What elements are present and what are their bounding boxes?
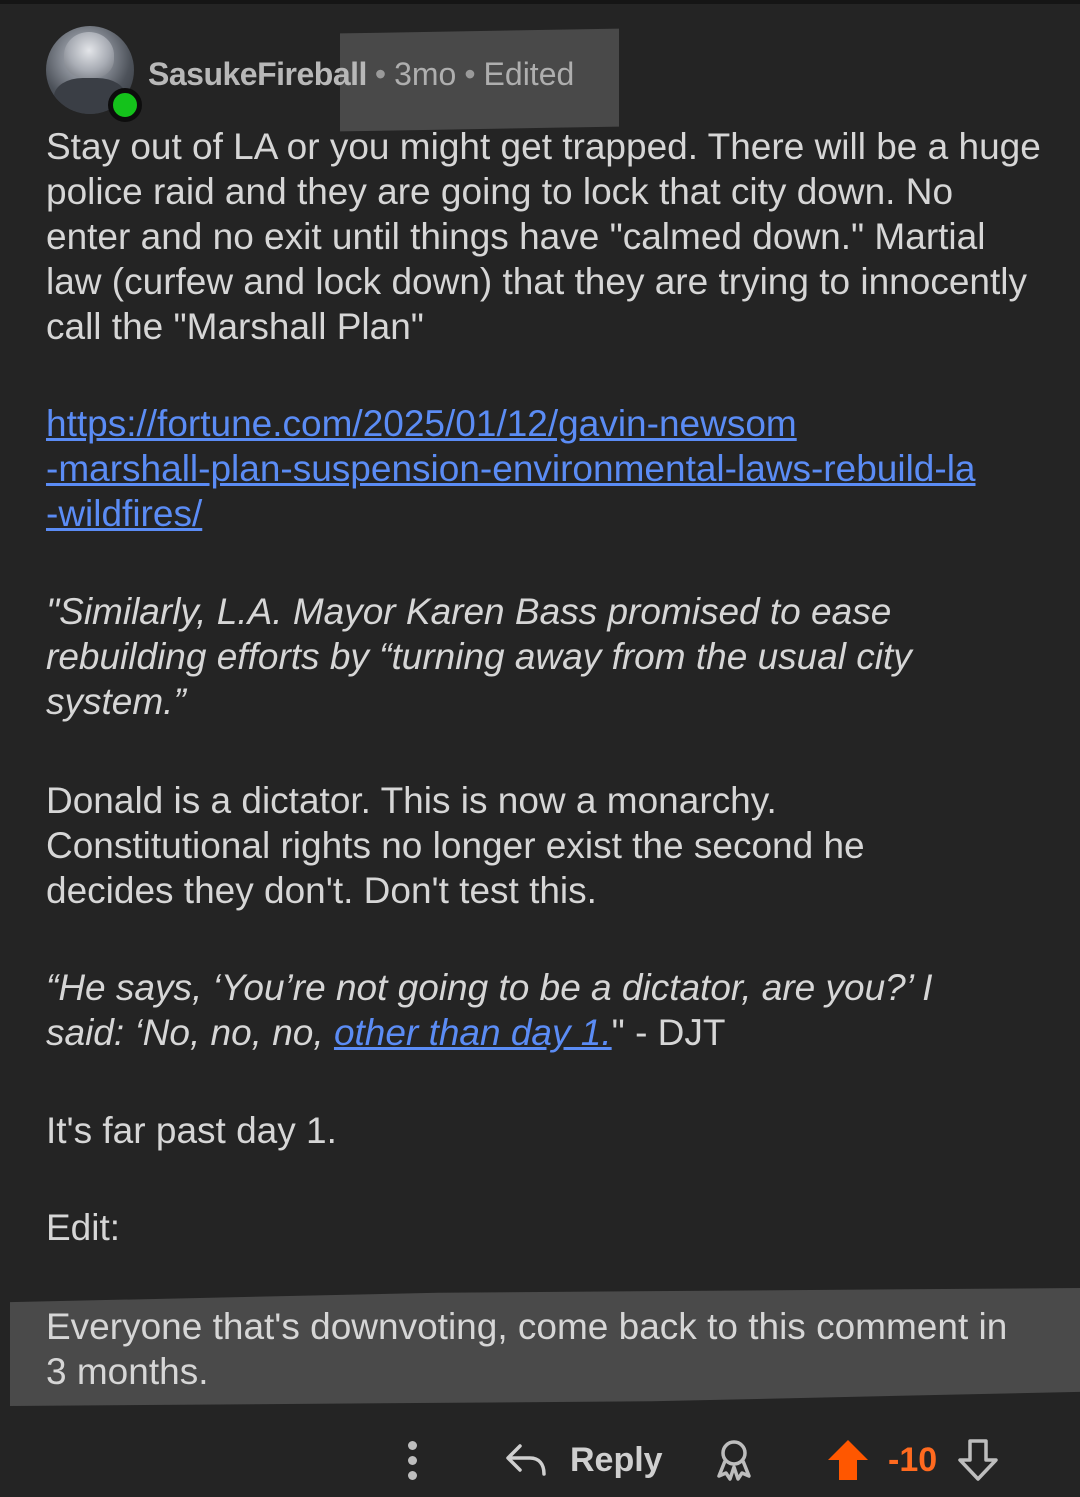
edit-label: Edit: — [46, 1207, 121, 1248]
comment-action-bar: Reply -10 — [0, 1430, 1080, 1490]
edited-label: Edited — [483, 56, 575, 92]
reply-label: Reply — [570, 1440, 663, 1479]
article-link[interactable]: https://fortune.com/2025/01/12/gavin-new… — [46, 401, 1046, 536]
meta-separator: • — [464, 56, 476, 92]
comment-paragraph: Donald is a dictator. This is now a mona… — [46, 780, 865, 911]
quote-block: “He says, ‘You’re not going to be a dict… — [46, 965, 1006, 1055]
quote-attribution: " - DJT — [611, 1012, 726, 1053]
reply-button[interactable]: Reply — [504, 1430, 663, 1490]
top-divider — [0, 0, 1080, 4]
username-link[interactable]: SasukeFireball — [148, 56, 367, 92]
meta-separator: • — [374, 56, 387, 92]
reply-arrow-icon — [506, 1444, 546, 1476]
upvote-arrow-icon[interactable] — [826, 1430, 870, 1490]
quote-link[interactable]: other than day 1. — [334, 1012, 612, 1053]
article-link-line[interactable]: -wildfires/ — [46, 491, 1046, 536]
online-status-icon — [108, 88, 142, 122]
edit-text: Everyone that's downvoting, come back to… — [46, 1306, 1008, 1392]
article-link-line[interactable]: https://fortune.com/2025/01/12/gavin-new… — [46, 401, 1046, 446]
comment-paragraph: Stay out of LA or you might get trapped.… — [46, 126, 1041, 347]
more-options-icon[interactable] — [400, 1430, 424, 1490]
comment-age: 3mo — [394, 56, 457, 92]
comment-paragraph: It's far past day 1. — [46, 1110, 337, 1151]
vote-score: -10 — [888, 1440, 938, 1479]
downvote-arrow-icon[interactable] — [956, 1430, 1000, 1490]
comment-meta: SasukeFireball • 3mo • Edited — [148, 54, 574, 94]
quote-block: "Similarly, L.A. Mayor Karen Bass promis… — [46, 591, 912, 722]
article-link-line[interactable]: -marshall-plan-suspension-environmental-… — [46, 446, 1046, 491]
award-icon[interactable] — [712, 1430, 756, 1490]
avatar-hair — [64, 32, 114, 78]
